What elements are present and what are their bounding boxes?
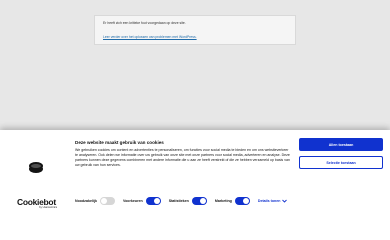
consent-toggles: Noodzakelijk Voorkeuren Statistieken Mar…	[75, 196, 288, 206]
toggle-marketing: Marketing	[215, 197, 250, 205]
switch-marketing[interactable]	[234, 197, 250, 205]
switch-knob	[153, 198, 160, 204]
switch-knob	[100, 198, 107, 204]
cookie-icon	[29, 162, 43, 173]
banner-title: Deze website maakt gebruik van cookies	[75, 140, 164, 145]
switch-knob	[242, 198, 249, 204]
toggle-label-statistics: Statistieken	[168, 199, 189, 203]
switch-statistics[interactable]	[191, 197, 207, 205]
brand-name: Cookiebot	[17, 197, 56, 207]
cookiebot-logo: Cookiebot by Usercentrics	[17, 198, 57, 209]
details-label: Details tonen	[257, 199, 281, 203]
toggle-necessary: Noodzakelijk	[75, 197, 115, 205]
switch-knob	[199, 198, 206, 204]
allow-all-button[interactable]: Allen toestaan	[299, 138, 383, 151]
banner-description: We gebruiken cookies om content en adver…	[75, 148, 290, 167]
switch-necessary[interactable]	[99, 197, 115, 205]
toggle-label-preferences: Voorkeuren	[122, 199, 143, 203]
toggle-statistics: Statistieken	[169, 197, 207, 205]
switch-preferences[interactable]	[145, 197, 161, 205]
allow-selection-button[interactable]: Selectie toestaan	[299, 156, 383, 169]
cookie-consent-banner: Cookiebot by Usercentrics Deze website m…	[0, 130, 390, 240]
toggle-preferences: Voorkeuren	[123, 197, 161, 205]
toggle-label-marketing: Marketing	[214, 199, 232, 203]
show-details-link[interactable]: Details tonen	[258, 199, 288, 203]
toggle-label-necessary: Noodzakelijk	[75, 199, 97, 203]
chevron-down-icon	[282, 199, 288, 203]
